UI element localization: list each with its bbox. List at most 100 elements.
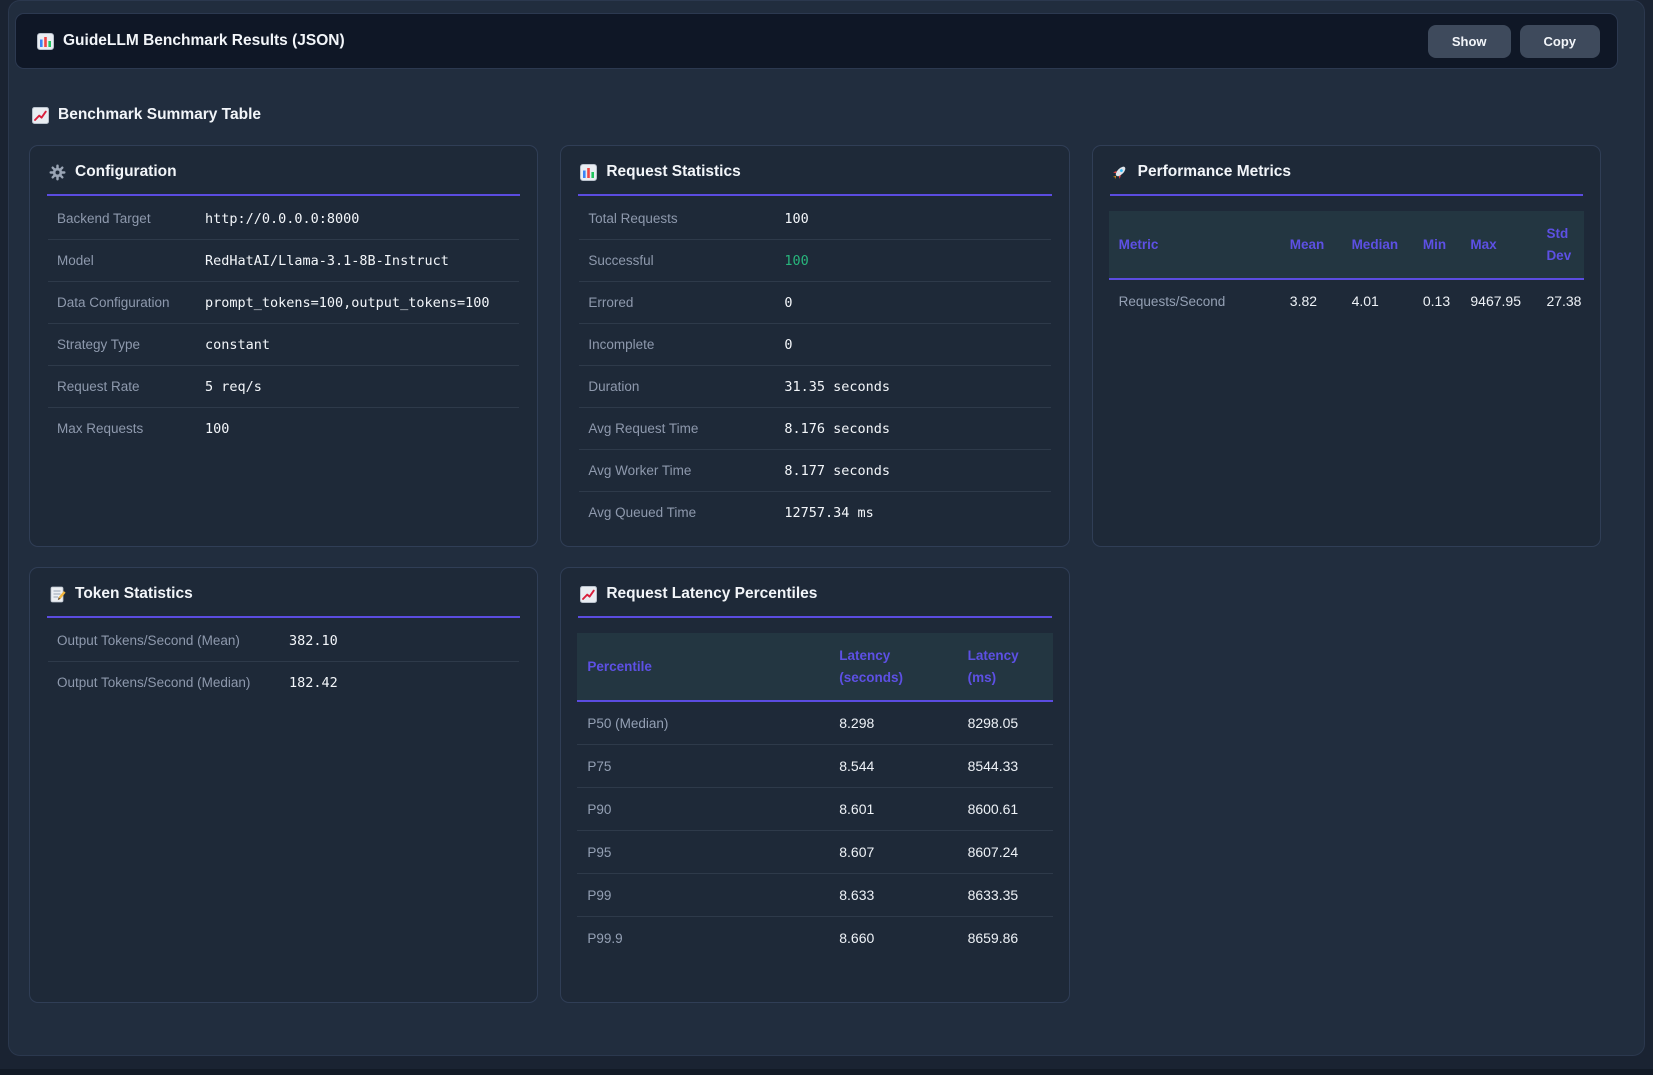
stat-row-total-requests: Total Requests 100 [579, 198, 1050, 239]
performance-metrics-card-title: Performance Metrics [1093, 146, 1600, 194]
cell-mean: 3.82 [1280, 279, 1342, 322]
cell-max: 9467.95 [1460, 279, 1536, 322]
table-header-row: Percentile Latency (seconds) Latency (ms… [577, 633, 1052, 701]
performance-metrics-title-text: Performance Metrics [1138, 163, 1291, 181]
col-latency-ms: Latency (ms) [958, 633, 1053, 701]
line-chart-icon [579, 585, 597, 603]
cell-seconds: 8.601 [829, 788, 957, 831]
latency-percentiles-card-title: Request Latency Percentiles [561, 568, 1068, 616]
row-label: Duration [588, 379, 784, 394]
section-title: Benchmark Summary Table [58, 106, 261, 124]
cell-ms: 8298.05 [958, 701, 1053, 745]
row-value: 100 [205, 421, 229, 437]
request-statistics-card: Request Statistics Total Requests 100 Su… [560, 145, 1069, 547]
memo-icon [48, 585, 66, 603]
performance-metrics-card: Performance Metrics Metric Mean Median M… [1092, 145, 1601, 547]
bar-chart-icon [579, 163, 597, 181]
row-label: Model [57, 253, 205, 268]
row-value-success: 100 [784, 253, 808, 269]
config-row-request-rate: Request Rate 5 req/s [48, 365, 519, 407]
cell-seconds: 8.544 [829, 745, 957, 788]
cell-min: 0.13 [1413, 279, 1461, 322]
table-header-row: Metric Mean Median Min Max Std Dev [1109, 211, 1584, 279]
row-value: 31.35 seconds [784, 379, 890, 395]
token-row-median: Output Tokens/Second (Median) 182.42 [48, 661, 519, 703]
request-statistics-card-title: Request Statistics [561, 146, 1068, 194]
row-value: 0 [784, 295, 792, 311]
row-value: prompt_tokens=100,output_tokens=100 [205, 295, 489, 311]
col-min: Min [1413, 211, 1461, 279]
row-label: Max Requests [57, 421, 205, 436]
token-statistics-rows: Output Tokens/Second (Mean) 382.10 Outpu… [48, 620, 519, 703]
cell-median: 4.01 [1342, 279, 1413, 322]
cell-seconds: 8.607 [829, 831, 957, 874]
col-latency-seconds: Latency (seconds) [829, 633, 957, 701]
row-label: Avg Request Time [588, 421, 784, 436]
request-statistics-rows: Total Requests 100 Successful 100 Errore… [579, 198, 1050, 533]
row-label: Backend Target [57, 211, 205, 226]
bottom-strip [0, 1069, 1653, 1075]
stat-row-avg-queued-time: Avg Queued Time 12757.34 ms [579, 491, 1050, 533]
row-value: 5 req/s [205, 379, 262, 395]
stat-row-successful: Successful 100 [579, 239, 1050, 281]
divider [578, 616, 1051, 618]
stat-row-duration: Duration 31.35 seconds [579, 365, 1050, 407]
cell-seconds: 8.298 [829, 701, 957, 745]
stat-row-incomplete: Incomplete 0 [579, 323, 1050, 365]
copy-button[interactable]: Copy [1520, 25, 1601, 58]
latency-percentiles-table: Percentile Latency (seconds) Latency (ms… [577, 633, 1052, 959]
row-value: 0 [784, 337, 792, 353]
row-value: 382.10 [289, 633, 338, 649]
cell-percentile: P95 [577, 831, 829, 874]
divider [47, 194, 520, 196]
col-percentile: Percentile [577, 633, 829, 701]
token-row-mean: Output Tokens/Second (Mean) 382.10 [48, 620, 519, 661]
divider [1110, 194, 1583, 196]
page-title-group: GuideLLM Benchmark Results (JSON) [36, 32, 345, 50]
stat-row-avg-worker-time: Avg Worker Time 8.177 seconds [579, 449, 1050, 491]
content-panel: GuideLLM Benchmark Results (JSON) Show C… [8, 0, 1645, 1056]
cell-percentile: P99 [577, 874, 829, 917]
row-value: 8.177 seconds [784, 463, 890, 479]
config-row-backend-target: Backend Target http://0.0.0.0:8000 [48, 198, 519, 239]
rocket-icon [1111, 163, 1129, 181]
table-row-p75: P75 8.544 8544.33 [577, 745, 1052, 788]
row-label: Output Tokens/Second (Median) [57, 675, 289, 690]
cell-ms: 8659.86 [958, 917, 1053, 960]
row-label: Incomplete [588, 337, 784, 352]
table-row-requests-per-second: Requests/Second 3.82 4.01 0.13 9467.95 2… [1109, 279, 1584, 322]
col-metric: Metric [1109, 211, 1280, 279]
cell-percentile: P90 [577, 788, 829, 831]
row-value: constant [205, 337, 270, 353]
stat-row-avg-request-time: Avg Request Time 8.176 seconds [579, 407, 1050, 449]
gear-icon [48, 163, 66, 181]
row-label: Successful [588, 253, 784, 268]
header-bar: GuideLLM Benchmark Results (JSON) Show C… [15, 13, 1618, 69]
cell-seconds: 8.633 [829, 874, 957, 917]
cell-ms: 8607.24 [958, 831, 1053, 874]
row-label: Total Requests [588, 211, 784, 226]
table-row-p95: P95 8.607 8607.24 [577, 831, 1052, 874]
configuration-card-title: Configuration [30, 146, 537, 194]
table-row-p99-9: P99.9 8.660 8659.86 [577, 917, 1052, 960]
cell-percentile: P75 [577, 745, 829, 788]
configuration-title-text: Configuration [75, 163, 177, 181]
cell-std-dev: 27.38 [1536, 279, 1584, 322]
row-label: Avg Queued Time [588, 505, 784, 520]
bar-chart-icon [36, 32, 54, 50]
table-row-p90: P90 8.601 8600.61 [577, 788, 1052, 831]
section-heading: Benchmark Summary Table [31, 106, 1644, 124]
cell-percentile: P99.9 [577, 917, 829, 960]
line-chart-icon [31, 106, 49, 124]
cell-seconds: 8.660 [829, 917, 957, 960]
divider [47, 616, 520, 618]
header-actions: Show Copy [1428, 25, 1600, 58]
row-value: http://0.0.0.0:8000 [205, 211, 359, 227]
row-value: 100 [784, 211, 808, 227]
cell-ms: 8544.33 [958, 745, 1053, 788]
show-button[interactable]: Show [1428, 25, 1511, 58]
col-max: Max [1460, 211, 1536, 279]
config-row-strategy-type: Strategy Type constant [48, 323, 519, 365]
stat-row-errored: Errored 0 [579, 281, 1050, 323]
table-row-p50: P50 (Median) 8.298 8298.05 [577, 701, 1052, 745]
